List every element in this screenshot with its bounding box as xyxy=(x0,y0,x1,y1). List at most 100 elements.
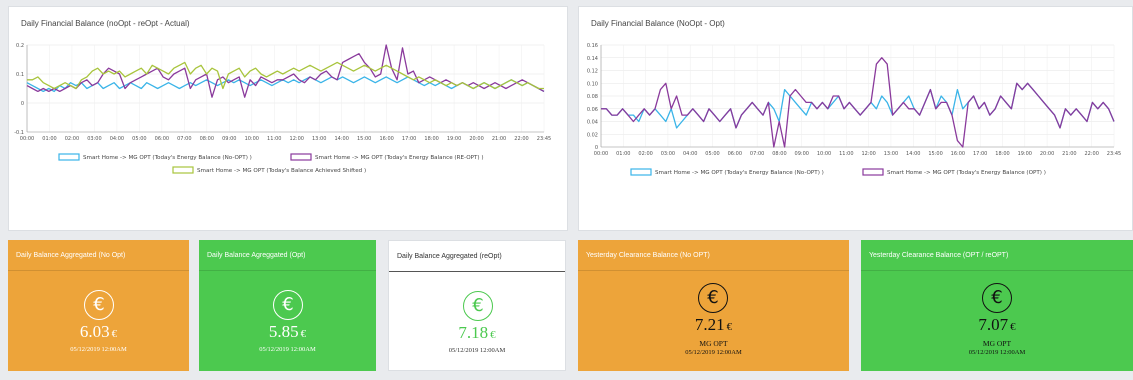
card-value: 7.07 € xyxy=(861,315,1133,335)
x-tick-label: 05:00 xyxy=(705,151,719,157)
y-tick-label: 0.14 xyxy=(587,56,598,62)
value-currency: € xyxy=(1010,321,1016,333)
card-date: 05/12/2019 12:00AM xyxy=(70,346,127,353)
legend-label: Smart Home -> MG OPT (Today's Energy Bal… xyxy=(655,170,824,176)
card-date: 05/12/2019 12:00AM xyxy=(685,349,742,356)
x-tick-label: 02:00 xyxy=(65,136,79,142)
x-tick-label: 20:00 xyxy=(469,136,483,142)
card-value: 7.18 € xyxy=(389,323,565,343)
x-tick-label: 02:00 xyxy=(638,151,652,157)
legend-swatch xyxy=(172,166,194,174)
card-subtitle: MG OPT xyxy=(982,339,1012,348)
legend-label: Smart Home -> MG OPT (Today's Energy Bal… xyxy=(83,155,252,161)
card-divider xyxy=(861,270,1133,271)
y-tick-label: 0.08 xyxy=(587,94,598,100)
card-value: 7.21 € xyxy=(578,315,849,335)
card-date: 05/12/2019 12:00AM xyxy=(968,349,1026,356)
value-number: 7.18 xyxy=(458,323,489,342)
value-currency: € xyxy=(300,328,307,340)
card-divider xyxy=(389,271,565,272)
x-tick-label: 19:00 xyxy=(447,136,461,142)
series-line xyxy=(26,44,545,98)
kpi-card-no-opt: Daily Balance Aggregated (No Opt) € 6.03… xyxy=(8,240,189,371)
card-date: 05/12/2019 12:00AM xyxy=(259,346,316,353)
x-tick-label: 08:00 xyxy=(772,151,786,157)
x-tick-label: 16:00 xyxy=(379,136,393,142)
euro-icon: € xyxy=(698,283,728,313)
value-number: 5.85 xyxy=(268,322,299,341)
card-title: Yesterday Clearance Balance (No OPT) xyxy=(586,252,710,259)
euro-icon: € xyxy=(273,290,303,320)
value-number: 6.03 xyxy=(79,322,110,341)
kpi-card-yesterday-no-opt: Yesterday Clearance Balance (No OPT) € 7… xyxy=(578,240,849,371)
y-tick-label: 0.12 xyxy=(587,69,598,75)
y-tick-label: 0.10 xyxy=(587,81,598,87)
x-tick-label: 12:00 xyxy=(861,151,875,157)
x-tick-label: 01:00 xyxy=(616,151,630,157)
x-tick-label: 15:00 xyxy=(928,151,942,157)
x-tick-label: 19:00 xyxy=(1018,151,1032,157)
x-tick-label: 11:00 xyxy=(839,151,853,157)
card-subtitle: MG OPT xyxy=(699,339,728,348)
x-tick-label: 23:45 xyxy=(537,136,551,142)
card-title: Daily Balance Agreggated (Opt) xyxy=(207,252,306,259)
x-tick-label: 09:00 xyxy=(795,151,809,157)
y-tick-label: 0.06 xyxy=(587,107,598,113)
y-tick-label: 0.1 xyxy=(16,72,24,78)
value-currency: € xyxy=(111,328,118,340)
card-title: Daily Balance Aggregated (No Opt) xyxy=(16,252,126,259)
x-tick-label: 07:00 xyxy=(750,151,764,157)
x-tick-label: 06:00 xyxy=(155,136,169,142)
x-tick-label: 23:45 xyxy=(1107,151,1121,157)
kpi-card-opt: Daily Balance Agreggated (Opt) € 5.85 € 0… xyxy=(199,240,376,371)
card-value: 6.03 € xyxy=(8,322,189,342)
x-tick-label: 11:00 xyxy=(267,136,281,142)
x-tick-label: 21:00 xyxy=(492,136,506,142)
value-currency: € xyxy=(726,321,733,333)
legend-label: Smart Home -> MG OPT (Today's Energy Bal… xyxy=(315,155,484,161)
x-tick-label: 00:00 xyxy=(20,136,34,142)
kpi-card-yesterday-opt: Yesterday Clearance Balance (OPT / reOPT… xyxy=(861,240,1133,371)
euro-icon: € xyxy=(84,290,114,320)
value-currency: € xyxy=(490,329,496,341)
x-tick-label: 14:00 xyxy=(906,151,920,157)
x-tick-label: 17:00 xyxy=(973,151,987,157)
x-tick-label: 12:00 xyxy=(290,136,304,142)
y-tick-label: 0.04 xyxy=(587,120,598,126)
legend-label: Smart Home -> MG OPT (Today's Balance Ac… xyxy=(197,168,366,174)
y-tick-label: 0.02 xyxy=(587,132,598,138)
chart-panel-right: Daily Financial Balance (NoOpt - Opt) 0.… xyxy=(578,6,1133,231)
card-value: 5.85 € xyxy=(199,322,376,342)
x-tick-label: 04:00 xyxy=(683,151,697,157)
y-tick-label: 0.2 xyxy=(16,43,24,49)
card-date: 05/12/2019 12:00AM xyxy=(448,347,506,354)
x-tick-label: 13:00 xyxy=(312,136,326,142)
legend-label: Smart Home -> MG OPT (Today's Energy Bal… xyxy=(887,170,1046,176)
euro-icon: € xyxy=(463,291,493,321)
x-tick-label: 08:00 xyxy=(200,136,214,142)
value-number: 7.21 xyxy=(694,315,725,334)
x-tick-label: 04:00 xyxy=(110,136,124,142)
card-divider xyxy=(199,270,376,271)
kpi-card-reopt: Daily Balance Aggregated (reOpt) € 7.18 €… xyxy=(388,240,566,371)
x-tick-label: 10:00 xyxy=(817,151,831,157)
legend-swatch xyxy=(862,168,884,176)
x-tick-label: 03:00 xyxy=(87,136,101,142)
x-tick-label: 05:00 xyxy=(132,136,146,142)
x-tick-label: 15:00 xyxy=(357,136,371,142)
value-number: 7.07 xyxy=(978,315,1009,334)
legend-swatch xyxy=(58,153,80,161)
y-tick-label: 0.16 xyxy=(587,43,598,49)
series-line xyxy=(601,57,1115,148)
x-tick-label: 22:00 xyxy=(1084,151,1098,157)
x-tick-label: 22:00 xyxy=(514,136,528,142)
x-tick-label: 13:00 xyxy=(884,151,898,157)
y-tick-label: 0 xyxy=(21,101,24,107)
x-tick-label: 18:00 xyxy=(995,151,1009,157)
chart-left: 0.20.10-0.100:00 01:00 02:00 03:00 04:00 05:0… xyxy=(14,43,551,174)
card-divider xyxy=(8,270,189,271)
card-title: Daily Balance Aggregated (reOpt) xyxy=(397,253,502,260)
x-tick-label: 14:00 xyxy=(334,136,348,142)
x-tick-label: 01:00 xyxy=(42,136,56,142)
x-tick-label: 20:00 xyxy=(1040,151,1054,157)
